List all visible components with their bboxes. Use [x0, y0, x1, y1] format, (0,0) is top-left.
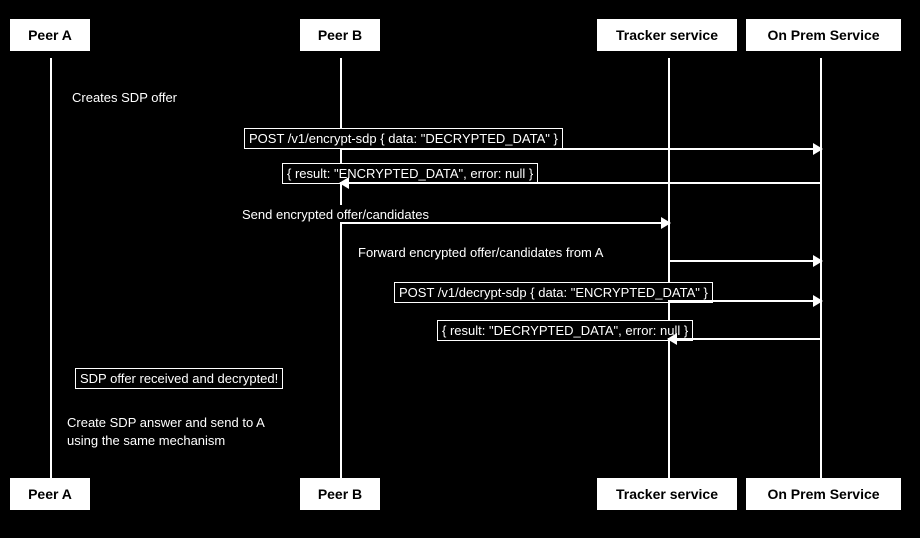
tracker-bot-box: Tracker service	[597, 478, 737, 510]
arrow-post-encrypt	[340, 148, 822, 150]
onprem-bot-box: On Prem Service	[746, 478, 901, 510]
onprem-lifeline	[820, 58, 822, 478]
msg-create-answer: Create SDP answer and send to Ausing the…	[63, 412, 269, 452]
arrow-forward-encrypted	[668, 260, 822, 262]
peer-b-lifeline	[340, 58, 342, 478]
arrow-result-decrypted	[668, 338, 822, 340]
msg-sdp-received: SDP offer received and decrypted!	[75, 368, 283, 389]
peer-a-top-box: Peer A	[10, 19, 90, 51]
tracker-lifeline	[668, 58, 670, 478]
peer-a-bot-box: Peer A	[10, 478, 90, 510]
sequence-diagram: Peer A Peer B Tracker service On Prem Se…	[0, 0, 920, 538]
peer-a-lifeline	[50, 58, 52, 478]
peer-b-bot-box: Peer B	[300, 478, 380, 510]
arrow-post-decrypt	[668, 300, 822, 302]
msg-forward-encrypted: Forward encrypted offer/candidates from …	[354, 243, 607, 262]
peer-b-top-box: Peer B	[300, 19, 380, 51]
tracker-top-box: Tracker service	[597, 19, 737, 51]
msg-creates-sdp: Creates SDP offer	[68, 88, 181, 107]
msg-result-encrypted: { result: "ENCRYPTED_DATA", error: null …	[282, 163, 538, 184]
msg-result-decrypted: { result: "DECRYPTED_DATA", error: null …	[437, 320, 693, 341]
onprem-top-box: On Prem Service	[746, 19, 901, 51]
msg-post-encrypt: POST /v1/encrypt-sdp { data: "DECRYPTED_…	[244, 128, 563, 149]
arrow-result-encrypted	[340, 182, 822, 184]
msg-post-decrypt: POST /v1/decrypt-sdp { data: "ENCRYPTED_…	[394, 282, 713, 303]
arrow-send-encrypted	[340, 222, 670, 224]
